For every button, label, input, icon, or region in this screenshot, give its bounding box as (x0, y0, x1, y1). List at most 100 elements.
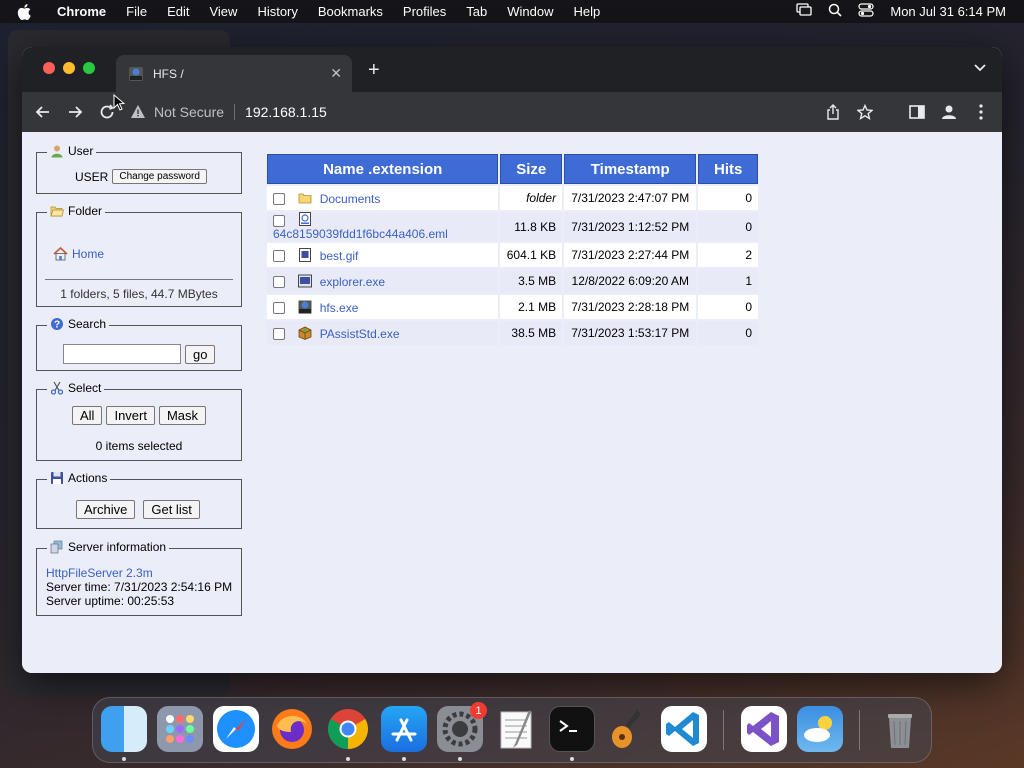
dock-separator (723, 710, 724, 750)
home-link[interactable]: Home (72, 247, 104, 261)
terminal-icon[interactable] (549, 706, 595, 752)
warning-icon[interactable] (130, 104, 146, 120)
profile-avatar-icon[interactable] (936, 99, 962, 125)
select-legend-text: Select (68, 381, 102, 395)
bookmark-star-icon[interactable] (852, 99, 878, 125)
search-input[interactable] (63, 344, 181, 364)
archive-button[interactable]: Archive (76, 500, 136, 519)
menu-tab[interactable]: Tab (456, 4, 497, 19)
menu-app-name[interactable]: Chrome (51, 4, 116, 19)
actions-legend: Actions (47, 471, 111, 485)
back-icon[interactable] (27, 96, 59, 128)
finder-icon[interactable] (101, 706, 147, 752)
url-text[interactable]: 192.168.1.15 (245, 104, 327, 120)
exe-file-icon (298, 274, 313, 287)
textedit-icon[interactable] (493, 706, 539, 752)
not-secure-label[interactable]: Not Secure (154, 104, 224, 120)
menu-help[interactable]: Help (564, 4, 611, 19)
server-legend: Server information (47, 540, 170, 554)
select-mask-button[interactable]: Mask (158, 406, 207, 425)
toolbar-actions (820, 92, 994, 132)
file-link[interactable]: Documents (320, 192, 381, 206)
search-go-button[interactable]: go (185, 344, 216, 364)
menu-window[interactable]: Window (497, 4, 563, 19)
launchpad-icon[interactable] (157, 706, 203, 752)
get-list-button[interactable]: Get list (143, 500, 200, 519)
row-checkbox[interactable] (273, 250, 285, 263)
user-legend: User (47, 144, 97, 158)
share-icon[interactable] (820, 99, 846, 125)
vscode-icon[interactable] (661, 706, 707, 752)
row-checkbox[interactable] (273, 276, 285, 289)
safari-icon[interactable] (213, 706, 259, 752)
search-legend-text: Search (68, 317, 107, 331)
chrome-menu-icon[interactable] (968, 99, 994, 125)
side-panel-icon[interactable] (904, 99, 930, 125)
omnibox-separator (234, 104, 236, 120)
row-checkbox[interactable] (273, 328, 285, 341)
garageband-icon[interactable] (605, 706, 651, 752)
spotlight-search-icon[interactable] (828, 3, 842, 20)
select-invert-button[interactable]: Invert (106, 406, 155, 425)
file-link[interactable]: 64c8159039fdd1f6bc44a406.eml (273, 227, 448, 241)
file-link[interactable]: best.gif (320, 249, 359, 263)
forward-icon[interactable] (59, 96, 91, 128)
minimize-window-button[interactable] (63, 62, 75, 74)
tab-bar: HFS / ✕ + (22, 47, 1002, 92)
control-center-icon[interactable] (858, 3, 874, 20)
folder-icon (298, 193, 312, 203)
weather-icon[interactable] (797, 706, 843, 752)
row-checkbox[interactable] (273, 302, 285, 315)
menu-history[interactable]: History (247, 4, 307, 19)
user-legend-text: User (68, 144, 94, 158)
menu-profiles[interactable]: Profiles (393, 4, 456, 19)
close-tab-icon[interactable]: ✕ (330, 65, 342, 82)
select-all-button[interactable]: All (72, 406, 103, 425)
file-timestamp-cell: 7/31/2023 1:53:17 PM (564, 321, 697, 345)
select-legend: Select (47, 381, 105, 395)
column-name-header[interactable]: Name .extension (267, 154, 499, 184)
column-timestamp-header[interactable]: Timestamp (564, 154, 697, 184)
visual-studio-icon[interactable] (741, 706, 787, 752)
server-info-lines: HttpFileServer 2.3m Server time: 7/31/20… (46, 566, 232, 608)
column-hits-header[interactable]: Hits (698, 154, 758, 184)
user-icon (51, 145, 63, 158)
firefox-icon[interactable] (269, 706, 315, 752)
menu-bookmarks[interactable]: Bookmarks (308, 4, 393, 19)
menu-bar-clock[interactable]: Mon Jul 31 6:14 PM (890, 4, 1006, 19)
tab-title: HFS / (153, 66, 184, 81)
new-tab-icon[interactable]: + (368, 59, 380, 82)
table-row: PAssistStd.exe 38.5 MB 7/31/2023 1:53:17… (267, 321, 758, 345)
menu-edit[interactable]: Edit (157, 4, 199, 19)
chrome-icon[interactable] (325, 706, 371, 752)
menu-view[interactable]: View (199, 4, 247, 19)
home-link-row: Home (53, 247, 104, 261)
menu-file[interactable]: File (116, 4, 157, 19)
apple-menu-icon[interactable] (17, 0, 39, 23)
close-window-button[interactable] (43, 62, 55, 74)
help-icon: ? (51, 318, 63, 331)
hfs-version-link[interactable]: HttpFileServer 2.3m (46, 566, 153, 580)
address-bar[interactable]: Not Secure 192.168.1.15 (130, 97, 820, 127)
row-checkbox[interactable] (273, 193, 285, 206)
file-size-cell: 2.1 MB (500, 295, 563, 319)
tab-hfs[interactable]: HFS / ✕ (116, 55, 352, 92)
zoom-window-button[interactable] (83, 62, 95, 74)
change-password-button[interactable]: Change password (112, 169, 207, 184)
file-link[interactable]: hfs.exe (320, 301, 359, 315)
server-time: Server time: 7/31/2023 2:54:16 PM (46, 580, 233, 594)
trash-icon[interactable] (877, 706, 923, 752)
app-store-icon[interactable] (381, 706, 427, 752)
file-link[interactable]: explorer.exe (320, 275, 385, 289)
tab-search-chevron-icon[interactable] (974, 61, 986, 75)
screen-mirroring-icon[interactable] (796, 3, 813, 20)
finder-running-dot (122, 757, 126, 761)
username-label: USER (75, 169, 109, 184)
file-hits-cell: 1 (698, 269, 758, 293)
settings-running-dot (458, 757, 462, 761)
select-panel: Select All Invert Mask 0 items selected (36, 381, 242, 461)
row-checkbox[interactable] (273, 214, 285, 227)
file-link[interactable]: PAssistStd.exe (320, 327, 400, 341)
column-size-header[interactable]: Size (500, 154, 563, 184)
actions-legend-text: Actions (68, 471, 108, 485)
